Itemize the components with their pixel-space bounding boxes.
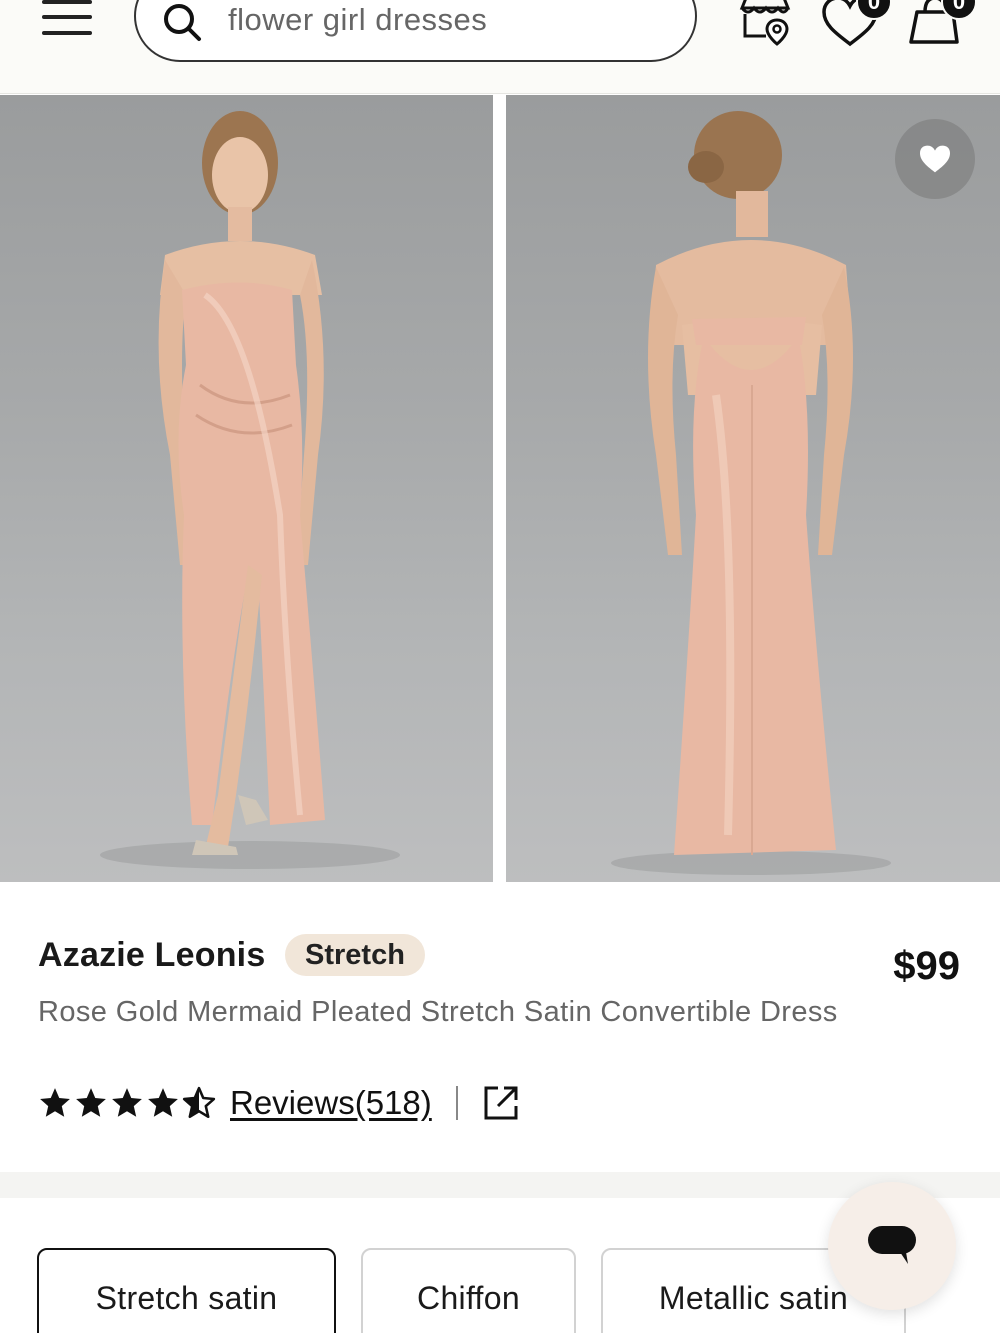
product-description: Rose Gold Mermaid Pleated Stretch Satin … [38, 996, 838, 1028]
stretch-tag-badge: Stretch [285, 934, 425, 976]
divider [455, 1086, 458, 1120]
star-half-icon [182, 1086, 216, 1119]
chat-bubble-icon [868, 1226, 916, 1264]
fabric-option-stretch-satin[interactable]: Stretch satin [37, 1248, 336, 1333]
product-price: $99 [893, 944, 960, 988]
rating-row: Reviews(518) [38, 1082, 520, 1124]
star-full-icon [148, 1088, 178, 1117]
search-bar[interactable] [134, 0, 697, 62]
reviews-link[interactable]: Reviews(518) [230, 1084, 432, 1122]
menu-icon[interactable] [40, 0, 94, 40]
front-view-photo[interactable] [0, 95, 493, 882]
back-view-photo[interactable] [506, 95, 1000, 882]
store-locator-icon[interactable] [736, 0, 796, 50]
search-icon[interactable] [162, 2, 202, 42]
share-external-icon[interactable] [482, 1084, 520, 1122]
product-info: Azazie Leonis Stretch $99 Rose Gold Merm… [0, 882, 1000, 1172]
product-brand-name: Azazie Leonis [38, 936, 266, 974]
heart-icon [920, 145, 950, 173]
star-full-icon [76, 1088, 106, 1117]
star-full-icon [40, 1088, 70, 1117]
star-rating [38, 1086, 216, 1120]
search-input[interactable] [228, 0, 668, 40]
fabric-option-chiffon[interactable]: Chiffon [361, 1248, 576, 1333]
section-separator [0, 1172, 1000, 1198]
chat-button[interactable] [828, 1182, 956, 1310]
wishlist-heart-icon[interactable]: 0 [820, 0, 892, 50]
add-to-favorites-button[interactable] [895, 119, 975, 199]
star-full-icon [112, 1088, 142, 1117]
product-gallery[interactable] [0, 95, 1000, 882]
top-header: 0 0 [0, 0, 1000, 94]
shopping-bag-icon[interactable]: 0 [905, 0, 977, 50]
